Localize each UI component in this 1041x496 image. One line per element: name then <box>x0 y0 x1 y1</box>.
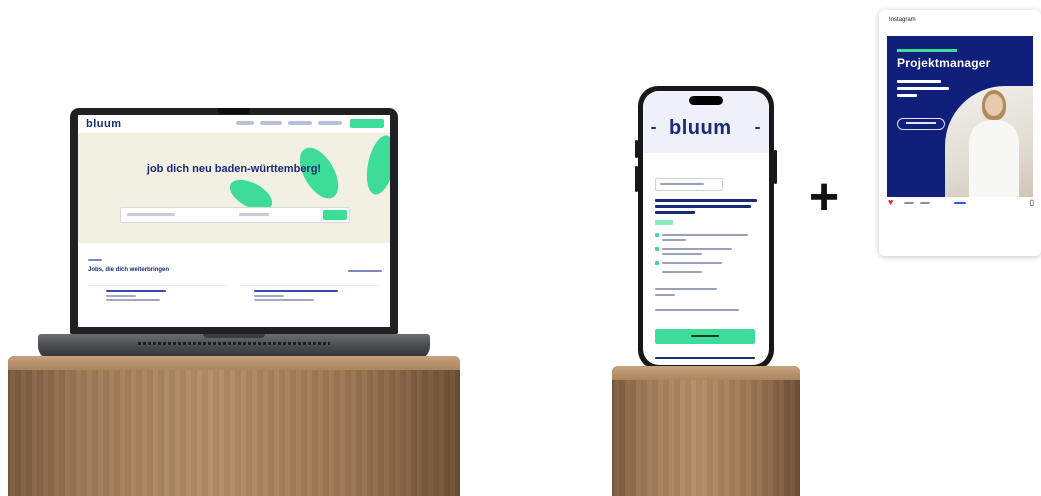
instagram-post-image[interactable]: Projektmanager <box>887 36 1033 197</box>
job-card[interactable] <box>240 285 380 312</box>
site-header: bluum <box>78 115 390 133</box>
post-kicker-line <box>897 49 957 52</box>
check-icon <box>655 261 659 265</box>
instagram-post-card[interactable]: Instagram Projektmanager ♥ ▯ <box>879 10 1041 256</box>
job-title-line <box>655 205 751 208</box>
site-logo[interactable]: bluum <box>86 118 122 130</box>
laptop-screen: bluum job dich neu baden-württemberg! Jo… <box>78 115 390 327</box>
hero-title: job dich neu baden-württemberg! <box>146 163 322 175</box>
comment-icon[interactable] <box>904 202 914 204</box>
detail-line <box>655 309 739 311</box>
left-wooden-pedestal <box>8 356 460 496</box>
location-input[interactable] <box>239 213 269 216</box>
job-card-meta <box>254 295 284 297</box>
breadcrumb[interactable] <box>88 259 102 261</box>
job-card-title <box>254 290 338 292</box>
laptop-camera-notch <box>218 108 250 114</box>
post-subtitle-line <box>897 80 941 83</box>
phone-filter-field[interactable] <box>655 178 723 191</box>
check-icon <box>655 247 659 251</box>
job-card-meta <box>106 299 160 301</box>
post-cta-pill-text <box>906 122 936 124</box>
back-chevron-icon[interactable] <box>651 127 656 129</box>
phone-screen: bluum <box>643 91 769 365</box>
smartphone: bluum <box>638 86 774 370</box>
phone-filter-field-text <box>660 183 704 185</box>
job-title-line <box>655 211 695 214</box>
post-title: Projektmanager <box>897 56 991 70</box>
person-body <box>969 120 1019 197</box>
carousel-dots <box>954 202 966 204</box>
post-cta-pill <box>897 118 945 130</box>
footer-line <box>655 357 755 359</box>
job-card[interactable] <box>88 285 228 312</box>
detail-line <box>655 288 717 290</box>
nav-link-2[interactable] <box>260 121 282 125</box>
nav-link-3[interactable] <box>288 121 312 125</box>
job-card-title <box>106 290 166 292</box>
laptop-hinge-cutout <box>203 334 265 338</box>
phone-logo[interactable]: bluum <box>669 117 732 140</box>
job-card-meta <box>254 299 314 301</box>
check-icon <box>655 233 659 237</box>
nav-link-1[interactable] <box>236 121 254 125</box>
apply-button-label <box>691 335 719 337</box>
hero-leaf-shape-3 <box>362 133 390 198</box>
benefit-line <box>662 239 686 241</box>
heart-icon[interactable]: ♥ <box>888 198 893 207</box>
phone-side-button <box>774 150 777 184</box>
right-pedestal-top <box>612 366 800 380</box>
plus-sign: + <box>808 168 840 226</box>
benefit-line <box>662 253 702 255</box>
search-button[interactable] <box>323 210 347 220</box>
detail-line <box>655 294 675 296</box>
benefit-line <box>662 234 748 236</box>
apply-button[interactable] <box>655 329 755 344</box>
share-icon[interactable] <box>920 202 930 204</box>
job-search-bar[interactable] <box>120 207 350 223</box>
keyword-input[interactable] <box>127 213 175 216</box>
instagram-action-bar: ♥ ▯ <box>888 198 1034 208</box>
nav-link-4[interactable] <box>318 121 342 125</box>
results-title: Jobs, die dich weiterbringen <box>88 267 170 273</box>
left-pedestal-top <box>8 356 460 370</box>
post-person-photo <box>945 86 1033 197</box>
benefit-line <box>662 271 702 273</box>
right-wooden-pedestal <box>612 366 800 496</box>
laptop-lid: bluum job dich neu baden-württemberg! Jo… <box>70 108 398 334</box>
laptop-keyboard-edge <box>138 342 330 345</box>
show-all-link[interactable] <box>348 270 382 272</box>
benefit-line <box>662 262 722 264</box>
person-head <box>985 94 1003 116</box>
benefit-line <box>662 248 732 250</box>
job-card-meta <box>106 295 136 297</box>
menu-icon[interactable] <box>755 127 760 129</box>
phone-header: bluum <box>643 91 769 153</box>
post-subtitle-line <box>897 94 917 97</box>
post-subtitle-line <box>897 87 949 90</box>
bookmark-icon[interactable]: ▯ <box>1030 198 1034 207</box>
job-title-line <box>655 199 757 202</box>
instagram-header: Instagram <box>889 17 916 23</box>
hero-section: job dich neu baden-württemberg! <box>78 133 390 243</box>
header-cta-button[interactable] <box>350 119 384 128</box>
phone-dynamic-island <box>689 96 723 105</box>
status-badge <box>655 220 673 225</box>
